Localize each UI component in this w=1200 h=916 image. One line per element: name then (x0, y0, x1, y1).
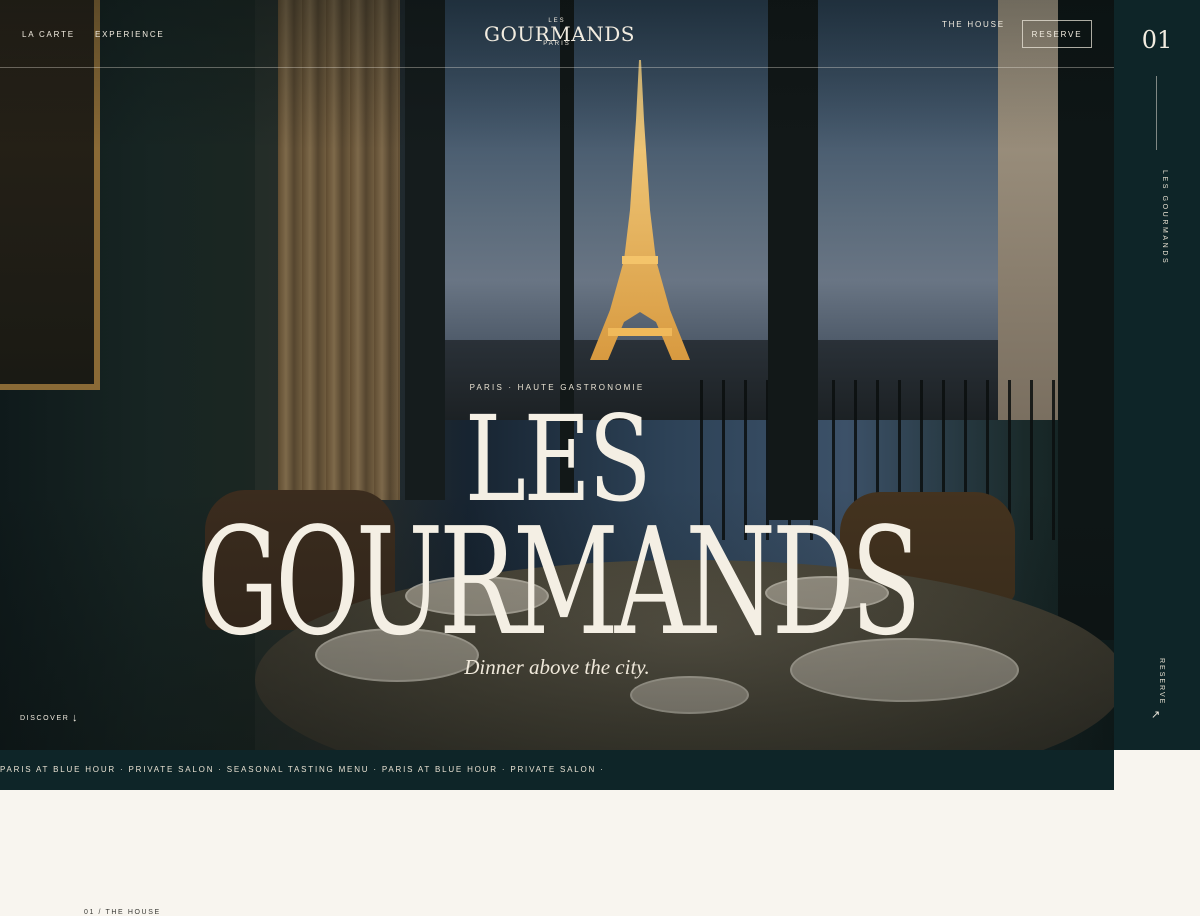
site-logo[interactable]: LES GOURMANDS PARIS (484, 18, 634, 52)
hero-tagline: Dinner above the city. (464, 655, 650, 679)
marquee-text: PARIS AT BLUE HOUR · PRIVATE SALON · SEA… (0, 765, 605, 774)
side-rail: 01 LES GOURMANDS RESERVE ↗ (1114, 0, 1200, 750)
top-navigation: LA CARTE EXPERIENCE LES GOURMANDS PARIS … (0, 0, 1114, 68)
arrow-up-right-icon[interactable]: ↗ (1151, 708, 1160, 721)
divider (1156, 76, 1157, 150)
vertical-brand-label: LES GOURMANDS (1161, 170, 1168, 266)
slide-number: 01 (1141, 26, 1173, 54)
arrow-down-icon[interactable]: ↓ (72, 712, 78, 724)
logo-paris: PARIS (543, 41, 571, 47)
hero-title-gourmands: GOURMANDS (196, 496, 922, 668)
marquee-banner: PARIS AT BLUE HOUR · PRIVATE SALON · SEA… (0, 750, 1114, 790)
reserve-button[interactable]: RESERVE (1022, 20, 1092, 48)
side-reserve-link[interactable]: RESERVE (1158, 658, 1165, 705)
nav-link-the-house[interactable]: THE HOUSE (942, 20, 1005, 29)
nav-link-la-carte[interactable]: LA CARTE (22, 30, 75, 39)
nav-link-experience[interactable]: EXPERIENCE (95, 30, 165, 39)
section-label: 01 / THE HOUSE (84, 909, 161, 916)
discover-link[interactable]: DISCOVER (20, 715, 69, 722)
